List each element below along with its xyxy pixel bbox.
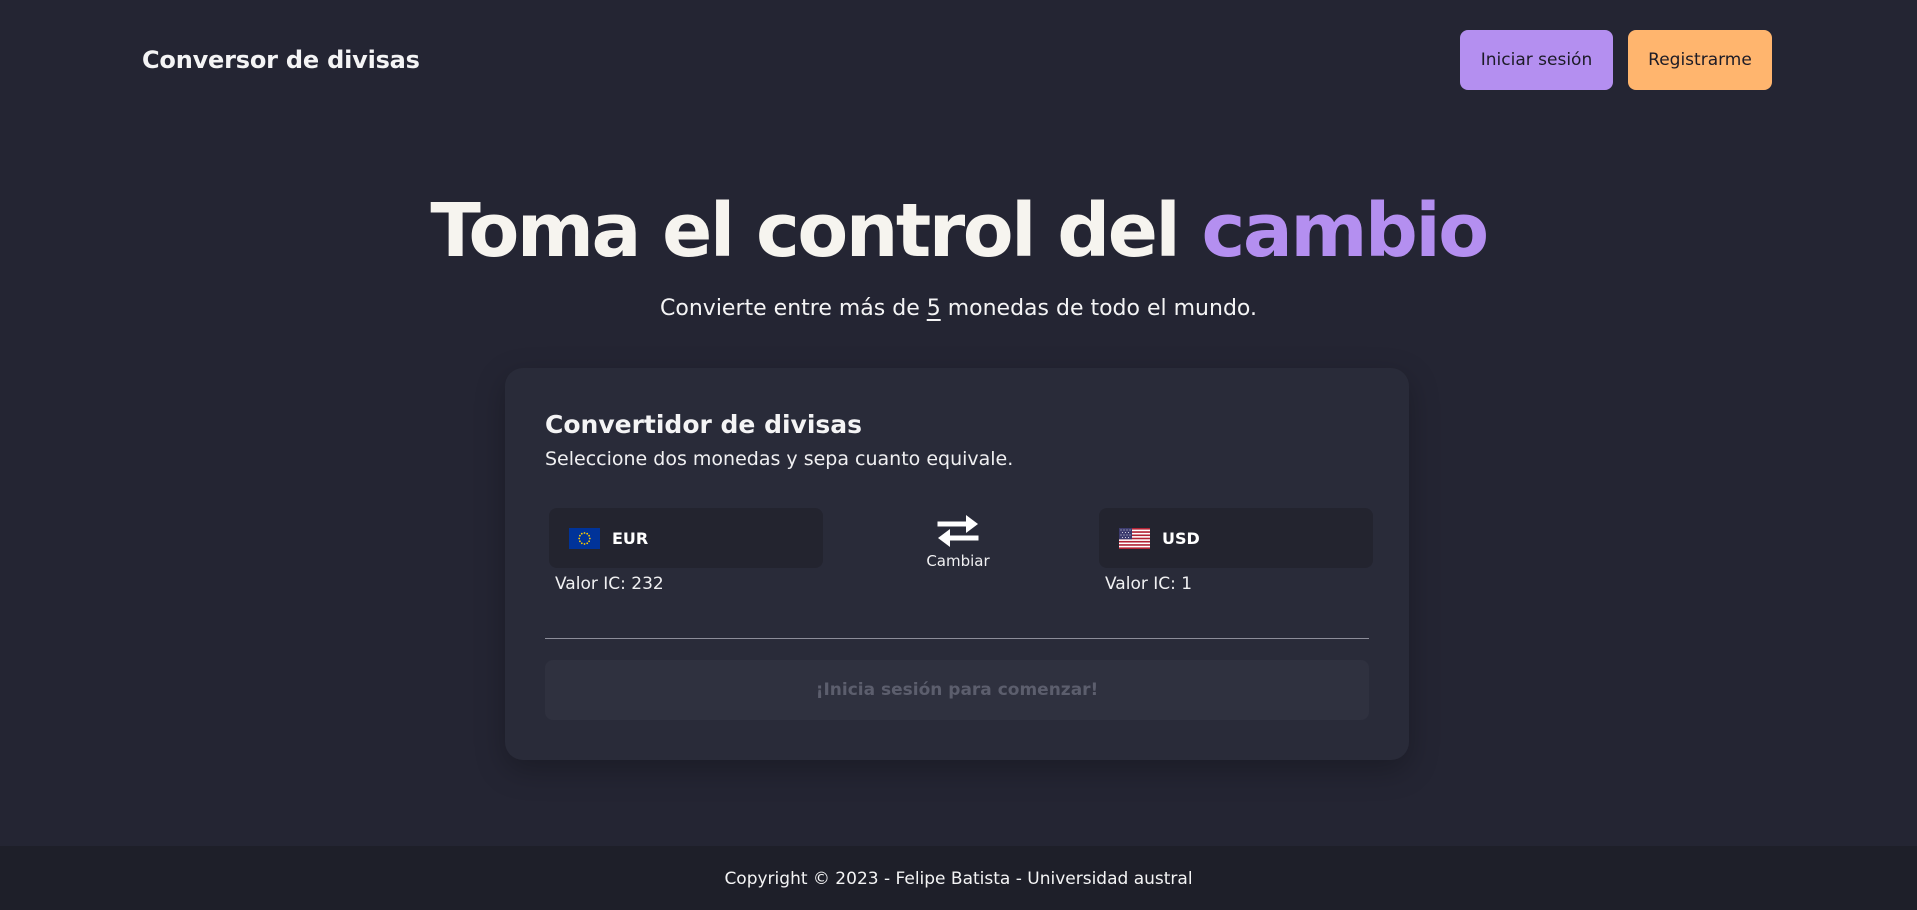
currency-count: 5 [926,296,941,321]
from-currency-select[interactable]: EUR [549,508,823,568]
register-button[interactable]: Registrarme [1628,30,1772,90]
hero-title-accent: cambio [1201,188,1490,274]
hero-title-main: Toma el control del [430,188,1202,274]
footer: Copyright © 2023 - Felipe Batista - Univ… [0,846,1917,910]
start-button[interactable]: ¡Inicia sesión para comenzar! [545,660,1369,720]
divider [545,638,1369,639]
hero-subtitle-after: monedas de todo el mundo. [940,296,1257,321]
converter-subtitle: Seleccione dos monedas y sepa cuanto equ… [545,448,1014,470]
swap-button[interactable]: Cambiar [923,510,993,580]
to-ic-value: Valor IC: 1 [1105,574,1193,594]
to-currency-code: USD [1162,528,1200,548]
from-ic-value: Valor IC: 232 [555,574,664,594]
hero-title: Toma el control del cambio [0,188,1917,274]
eu-flag-icon [569,527,600,549]
login-button[interactable]: Iniciar sesión [1460,30,1613,90]
navbar: Conversor de divisas Iniciar sesión Regi… [0,0,1917,120]
swap-label: Cambiar [926,552,990,570]
footer-copyright: Copyright © 2023 - Felipe Batista - Univ… [724,869,1193,889]
converter-title: Convertidor de divisas [545,410,863,439]
converter-card: Convertidor de divisas Seleccione dos mo… [505,368,1409,760]
brand-title[interactable]: Conversor de divisas [142,46,420,74]
hero-subtitle-before: Convierte entre más de [660,296,927,321]
from-currency-code: EUR [612,528,649,548]
to-currency-select[interactable]: USD [1099,508,1373,568]
swap-arrows-icon [937,515,979,547]
us-flag-icon [1119,527,1150,549]
hero-subtitle: Convierte entre más de 5 monedas de todo… [0,296,1917,321]
